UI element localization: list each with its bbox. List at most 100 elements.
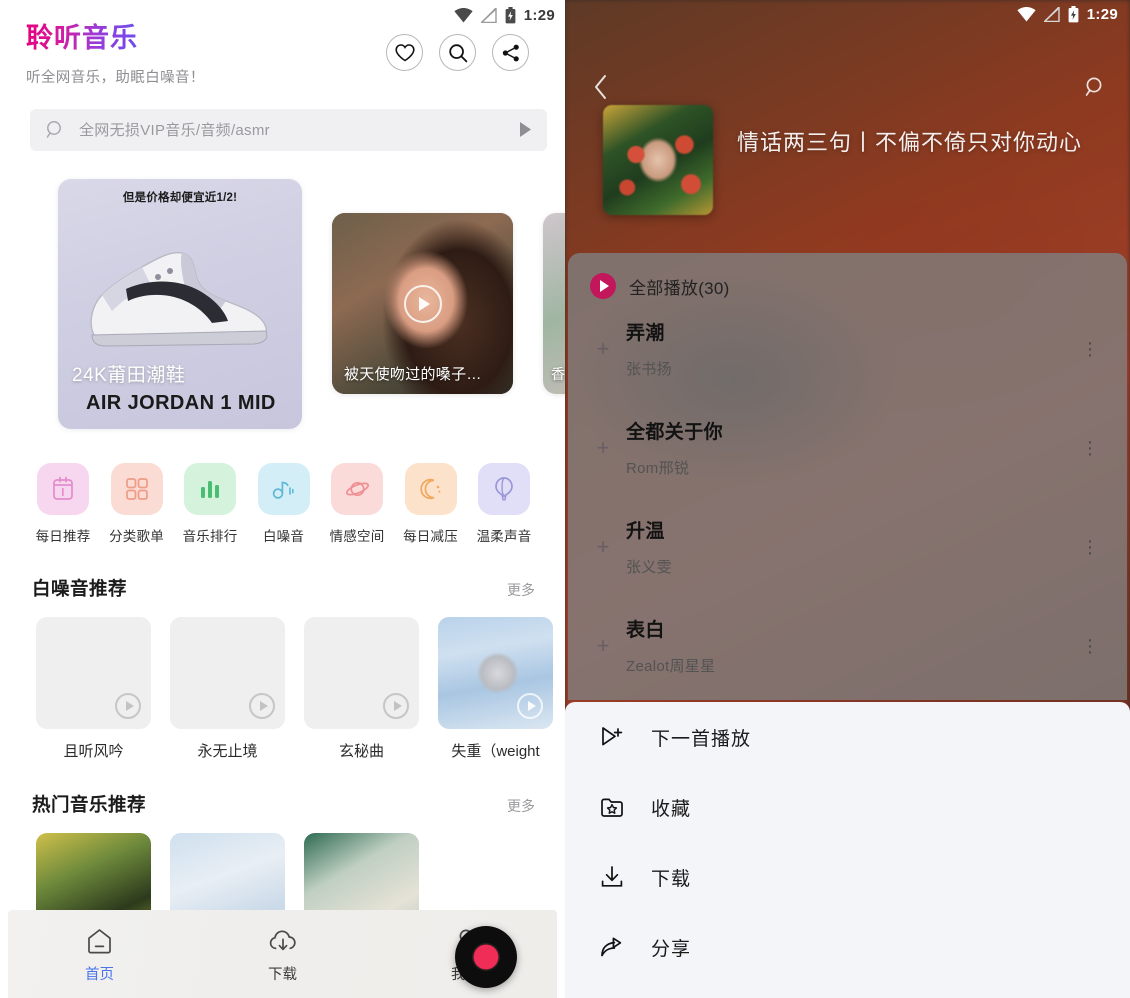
- search-placeholder: 全网无损VIP音乐/音频/asmr: [79, 122, 270, 140]
- category-ranking[interactable]: 音乐排行: [179, 462, 241, 545]
- tile-caption: 失重（weight: [451, 742, 540, 760]
- action-sheet: 下一首播放 收藏 下载 分享: [565, 702, 1130, 998]
- more-options-icon[interactable]: · · ·: [1079, 333, 1101, 365]
- table-row[interactable]: + 升温 张义雯 · · ·: [568, 497, 1127, 596]
- battery-charging-icon: [505, 6, 516, 23]
- category-emotion[interactable]: 情感空间: [326, 462, 388, 545]
- list-item[interactable]: 失重（weight: [438, 616, 553, 761]
- category-daily-recommend[interactable]: 每日推荐: [32, 462, 94, 545]
- more-options-icon[interactable]: · · ·: [1079, 630, 1101, 662]
- song-artist: Zealot周星星: [626, 658, 716, 675]
- category-playlists[interactable]: 分类歌单: [106, 462, 168, 545]
- nav-label: 首页: [85, 967, 114, 983]
- nav-item-download[interactable]: 下载: [191, 925, 374, 984]
- home-icon: [88, 929, 111, 954]
- signal-off-icon: [480, 7, 497, 23]
- category-label: 情感空间: [329, 528, 385, 544]
- action-label: 下一首播放: [651, 728, 752, 750]
- dual-screenshot-container: 1:29 聆听音乐 听全网音乐，助眠白噪音！ 全网无损VIP音乐/音频/asmr: [0, 0, 1130, 998]
- play-next-icon: [599, 725, 625, 749]
- play-icon[interactable]: [383, 692, 409, 719]
- list-item[interactable]: 永无止境: [170, 616, 285, 761]
- grid-icon: [110, 462, 163, 515]
- sneaker-image: [66, 231, 294, 361]
- tile-artwork: [304, 616, 419, 729]
- banner-card-2[interactable]: 被天使吻过的嗓子…: [332, 213, 513, 395]
- category-label: 温柔声音: [476, 528, 532, 544]
- add-icon[interactable]: +: [590, 336, 616, 362]
- play-icon[interactable]: [249, 692, 275, 719]
- song-info: 弄潮 张书扬: [616, 318, 1079, 379]
- table-row[interactable]: + 表白 Zealot周星星 · · ·: [568, 596, 1127, 695]
- playlist-topbar: [565, 70, 1130, 104]
- tile-artwork: [36, 616, 151, 729]
- banner-subtitle: AIR JORDAN 1 MID: [86, 391, 276, 414]
- search-button[interactable]: [439, 34, 476, 71]
- folder-star-icon: [599, 796, 625, 818]
- banner-card-3[interactable]: 香: [543, 213, 565, 395]
- search-go-icon[interactable]: [518, 121, 533, 138]
- share-arrow-icon: [599, 936, 625, 958]
- banner-carousel[interactable]: 但是价格却便宜近1/2! 24K莆田潮鞋 AIR JORDAN 1 MID 被天…: [0, 178, 565, 429]
- category-label: 白噪音: [262, 528, 305, 544]
- search-input[interactable]: 全网无损VIP音乐/音频/asmr: [30, 108, 547, 151]
- search-icon[interactable]: [1084, 76, 1106, 98]
- status-bar: 1:29: [454, 0, 565, 30]
- calendar-icon: [37, 462, 89, 515]
- tile-caption: 玄秘曲: [338, 742, 384, 760]
- play-icon[interactable]: [115, 692, 141, 719]
- song-artist: 张义雯: [626, 559, 672, 576]
- wifi-icon: [1017, 7, 1036, 22]
- play-all-label: 全部播放(30): [629, 278, 730, 298]
- section-header-hot-music: 热门音乐推荐 更多: [0, 761, 565, 817]
- playlist-title: 情话两三句丨不偏不倚只对你动心: [737, 130, 1083, 155]
- album-cover[interactable]: [603, 105, 713, 215]
- white-noise-tile-row: 且听风吟 永无止境 玄秘曲 失重（weight: [0, 601, 565, 761]
- category-daily-relax[interactable]: 每日减压: [400, 462, 462, 545]
- section-more-link[interactable]: 更多: [507, 796, 535, 816]
- tile-caption: 且听风吟: [63, 742, 124, 760]
- favorite-button[interactable]: [386, 34, 423, 71]
- signal-off-icon: [1043, 7, 1060, 22]
- song-info: 升温 张义雯: [616, 516, 1079, 577]
- action-share[interactable]: 分享: [565, 912, 1130, 982]
- add-icon[interactable]: +: [590, 633, 616, 659]
- section-header-white-noise: 白噪音推荐 更多: [0, 545, 565, 601]
- section-title: 白噪音推荐: [32, 577, 128, 599]
- page-title: 聆听音乐: [26, 22, 138, 56]
- play-all-button[interactable]: 全部播放(30): [568, 253, 1127, 299]
- category-gentle-voice[interactable]: 温柔声音: [473, 462, 535, 545]
- banner-card-1[interactable]: 但是价格却便宜近1/2! 24K莆田潮鞋 AIR JORDAN 1 MID: [58, 178, 302, 429]
- status-bar: 1:29: [1017, 6, 1118, 23]
- section-more-link[interactable]: 更多: [507, 580, 535, 600]
- playlist-screen: 1:29 情话两三句丨不偏不倚只对你动心 全部播放(30) + 弄潮 张书扬 ·…: [565, 0, 1130, 998]
- song-title: 表白: [626, 620, 665, 641]
- list-item[interactable]: 玄秘曲: [304, 616, 419, 761]
- song-title: 升温: [626, 521, 665, 542]
- add-icon[interactable]: +: [590, 534, 616, 560]
- more-options-icon[interactable]: · · ·: [1079, 432, 1101, 464]
- action-favorite[interactable]: 收藏: [565, 772, 1130, 842]
- status-time: 1:29: [523, 6, 555, 24]
- play-icon[interactable]: [517, 692, 543, 719]
- table-row[interactable]: + 弄潮 张书扬 · · ·: [568, 299, 1127, 398]
- playlist-panel: 全部播放(30) + 弄潮 张书扬 · · · + 全都关于你 Rom邢锐 · · ·: [568, 253, 1127, 700]
- play-icon[interactable]: [403, 284, 442, 323]
- song-info: 表白 Zealot周星星: [616, 615, 1079, 676]
- banner-top-text: 但是价格却便宜近1/2!: [122, 191, 238, 204]
- table-row[interactable]: + 全都关于你 Rom邢锐 · · ·: [568, 398, 1127, 497]
- more-options-icon[interactable]: · · ·: [1079, 531, 1101, 563]
- category-label: 每日推荐: [35, 528, 91, 544]
- share-button[interactable]: [492, 34, 529, 71]
- action-play-next[interactable]: 下一首播放: [565, 702, 1130, 772]
- category-white-noise[interactable]: 白噪音: [253, 462, 315, 545]
- action-download[interactable]: 下载: [565, 842, 1130, 912]
- banner-title: 24K莆田潮鞋: [72, 364, 186, 386]
- add-icon[interactable]: +: [590, 435, 616, 461]
- list-item[interactable]: 且听风吟: [36, 616, 151, 761]
- moon-icon: [404, 462, 457, 515]
- vinyl-record-button[interactable]: [455, 926, 517, 988]
- bar-chart-icon: [184, 462, 236, 515]
- nav-item-home[interactable]: 首页: [8, 924, 191, 984]
- back-icon[interactable]: [593, 74, 609, 100]
